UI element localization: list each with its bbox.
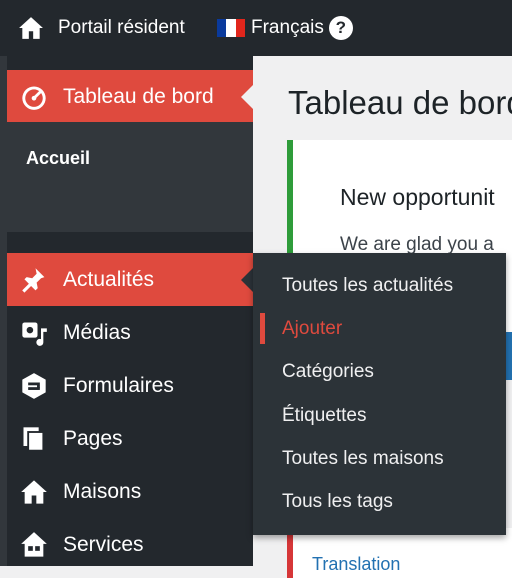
services-icon xyxy=(19,530,49,560)
actualites-flyout-menu: Toutes les actualités Ajouter Catégories… xyxy=(253,253,506,535)
sidebar-item-medias[interactable]: Médias xyxy=(7,306,253,359)
notice-action-button[interactable] xyxy=(505,332,512,380)
sidebar-item-label: Médias xyxy=(63,320,131,344)
page-title: Tableau de bord xyxy=(288,84,512,121)
flyout-item-tous-tags[interactable]: Tous les tags xyxy=(253,480,506,523)
current-page-arrow xyxy=(241,83,254,110)
media-icon xyxy=(19,318,49,348)
french-flag-icon xyxy=(217,19,245,37)
pages-icon xyxy=(19,424,49,454)
dashboard-submenu: Accueil xyxy=(7,122,253,232)
sidebar-item-actualites[interactable]: Actualités xyxy=(7,253,253,306)
submenu-item-accueil[interactable]: Accueil xyxy=(26,148,90,169)
sidebar-item-label: Actualités xyxy=(63,267,155,291)
forms-icon xyxy=(19,371,49,401)
sidebar-item-pages[interactable]: Pages xyxy=(7,412,253,465)
notice-title: New opportunit xyxy=(340,184,495,210)
flyout-pointer xyxy=(241,268,253,292)
sidebar-item-label: Pages xyxy=(63,426,123,450)
translation-link[interactable]: Translation xyxy=(312,554,400,575)
flyout-item-toutes-maisons[interactable]: Toutes les maisons xyxy=(253,437,506,480)
sidebar-item-formulaires[interactable]: Formulaires xyxy=(7,359,253,412)
pin-icon xyxy=(19,265,49,295)
language-label: Français xyxy=(251,17,324,38)
sidebar-item-services[interactable]: Services xyxy=(7,518,253,571)
flyout-item-toutes-actualites[interactable]: Toutes les actualités xyxy=(253,264,506,307)
house-icon xyxy=(19,477,49,507)
sidebar-item-label: Services xyxy=(63,532,144,556)
language-switcher[interactable]: Français ? xyxy=(217,0,353,56)
sidebar-item-label: Formulaires xyxy=(63,373,174,397)
flyout-item-ajouter[interactable]: Ajouter xyxy=(253,307,506,350)
home-link[interactable]: Portail résident xyxy=(18,0,185,56)
sidebar-item-label: Tableau de bord xyxy=(63,84,214,108)
help-icon[interactable]: ? xyxy=(328,16,353,40)
home-label: Portail résident xyxy=(58,17,185,38)
admin-top-bar: Portail résident Français ? xyxy=(0,0,512,56)
flyout-item-etiquettes[interactable]: Étiquettes xyxy=(253,394,506,437)
house-icon xyxy=(19,17,43,39)
sidebar-edge xyxy=(0,56,7,566)
dashboard-gauge-icon xyxy=(19,82,49,112)
sidebar-item-label: Maisons xyxy=(63,479,142,503)
flyout-item-categories[interactable]: Catégories xyxy=(253,350,506,393)
sidebar-item-dashboard[interactable]: Tableau de bord xyxy=(7,70,254,123)
sidebar-item-maisons[interactable]: Maisons xyxy=(7,465,253,518)
